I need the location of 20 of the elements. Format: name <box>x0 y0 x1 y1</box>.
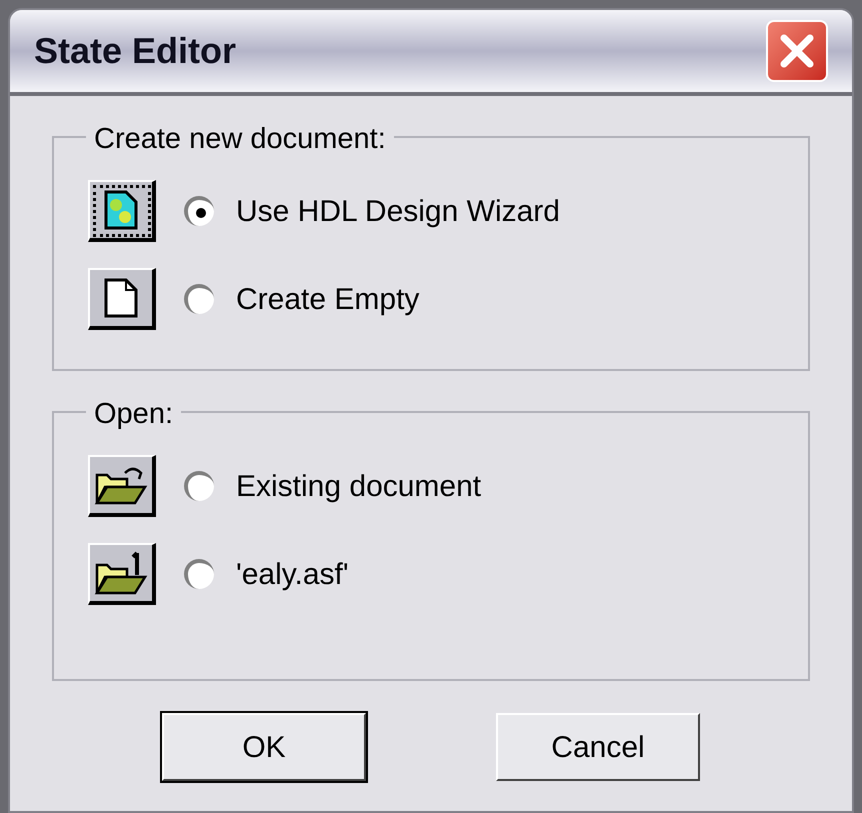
radio-button[interactable] <box>184 559 214 589</box>
icon-button[interactable] <box>88 455 156 517</box>
radio-option[interactable]: 'ealy.asf' <box>184 552 349 596</box>
radio-option[interactable]: Existing document <box>184 464 482 508</box>
radio-button[interactable] <box>184 471 214 501</box>
radio-option[interactable]: Create Empty <box>184 276 420 322</box>
icon-button[interactable] <box>88 268 156 330</box>
document-icon <box>103 277 139 319</box>
close-button[interactable] <box>766 20 828 82</box>
window-title: State Editor <box>34 29 236 73</box>
close-icon <box>780 34 814 68</box>
radio-option[interactable]: Use HDL Design Wizard <box>184 188 560 234</box>
dialog-button[interactable]: OK <box>162 713 366 781</box>
document-icon <box>103 189 139 231</box>
folder-icon <box>93 549 149 597</box>
radio-button[interactable] <box>184 196 214 226</box>
radio-button[interactable] <box>184 284 214 314</box>
dialog-button[interactable]: Cancel <box>496 713 700 781</box>
icon-button[interactable] <box>88 180 156 242</box>
icon-button[interactable] <box>88 543 156 605</box>
